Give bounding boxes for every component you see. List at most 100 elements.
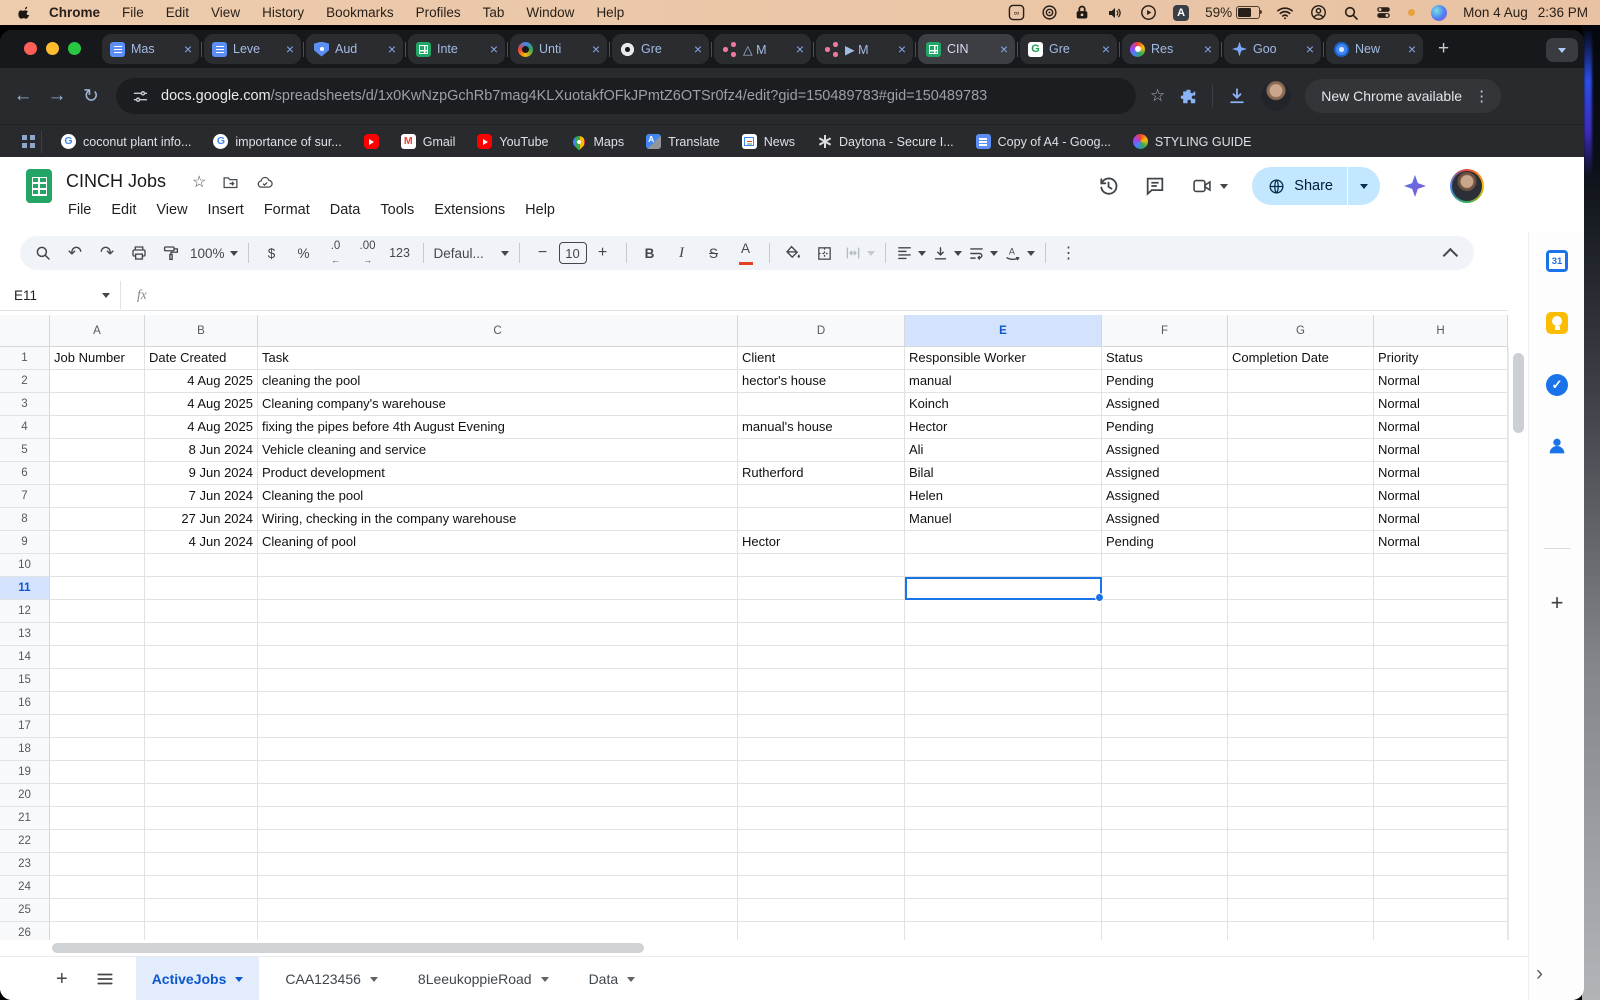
increase-font-size-button[interactable]: + [590,240,616,266]
share-dropdown[interactable] [1348,184,1380,189]
row-header-18[interactable]: 18 [0,738,50,761]
cell-A26[interactable] [50,922,145,940]
menubar-item-history[interactable]: History [251,5,315,20]
cell-H21[interactable] [1374,807,1508,830]
collapse-toolbar-icon[interactable] [1443,247,1459,263]
tab-close-icon[interactable]: × [692,42,704,56]
cell-G26[interactable] [1228,922,1374,940]
address-bar[interactable]: docs.google.com/spreadsheets/d/1x0KwNzpG… [116,78,1136,114]
row-header-9[interactable]: 9 [0,531,50,554]
browser-tab[interactable]: Inte× [408,34,505,64]
bookmark-item[interactable]: YouTube [477,134,548,149]
spreadsheet-grid[interactable]: ABCDEFGH1Job NumberDate CreatedTaskClien… [0,315,1508,940]
vertical-scrollbar[interactable] [1508,347,1529,940]
cell-D16[interactable] [738,692,905,715]
cell-B22[interactable] [145,830,258,853]
cell-H9[interactable]: Normal [1374,531,1508,554]
row-header-20[interactable]: 20 [0,784,50,807]
cell-H12[interactable] [1374,600,1508,623]
cell-E18[interactable] [905,738,1102,761]
cell-F25[interactable] [1102,899,1228,922]
cell-F14[interactable] [1102,646,1228,669]
creative-cloud-icon[interactable]: ∞ [1008,4,1025,21]
browser-tab[interactable]: ▶ M× [816,34,913,64]
google-tasks-icon[interactable]: ✓ [1546,374,1568,396]
cell-E7[interactable]: Helen [905,485,1102,508]
cell-E15[interactable] [905,669,1102,692]
tab-close-icon[interactable]: × [896,42,908,56]
cell-B19[interactable] [145,761,258,784]
sheets-menu-data[interactable]: Data [320,199,371,221]
cell-F12[interactable] [1102,600,1228,623]
cell-A11[interactable] [50,577,145,600]
cell-A13[interactable] [50,623,145,646]
site-settings-icon[interactable] [132,88,149,105]
cell-B12[interactable] [145,600,258,623]
cell-G7[interactable] [1228,485,1374,508]
cell-A19[interactable] [50,761,145,784]
cell-H14[interactable] [1374,646,1508,669]
cell-C1[interactable]: Task [258,347,738,370]
cell-H19[interactable] [1374,761,1508,784]
cell-F6[interactable]: Assigned [1102,462,1228,485]
cell-C19[interactable] [258,761,738,784]
cell-A6[interactable] [50,462,145,485]
cell-E24[interactable] [905,876,1102,899]
cell-F21[interactable] [1102,807,1228,830]
cell-E14[interactable] [905,646,1102,669]
cell-E6[interactable]: Bilal [905,462,1102,485]
sheets-menu-file[interactable]: File [58,199,101,221]
cell-C26[interactable] [258,922,738,940]
cell-E8[interactable]: Manuel [905,508,1102,531]
merge-cells-button[interactable] [844,240,875,266]
v-scroll-thumb[interactable] [1513,353,1524,433]
cell-G23[interactable] [1228,853,1374,876]
cell-G21[interactable] [1228,807,1374,830]
star-doc-icon[interactable]: ☆ [192,172,206,192]
toolbar-search-icon[interactable] [30,240,56,266]
cell-B14[interactable] [145,646,258,669]
cell-D25[interactable] [738,899,905,922]
cell-C5[interactable]: Vehicle cleaning and service [258,439,738,462]
cell-C6[interactable]: Product development [258,462,738,485]
cell-D15[interactable] [738,669,905,692]
browser-tab[interactable]: Gre× [1020,34,1117,64]
browser-tab[interactable]: Leve× [204,34,301,64]
cell-G16[interactable] [1228,692,1374,715]
row-header-2[interactable]: 2 [0,370,50,393]
cell-H5[interactable]: Normal [1374,439,1508,462]
cell-A16[interactable] [50,692,145,715]
all-sheets-button[interactable] [96,972,114,986]
forward-button[interactable]: → [40,85,74,107]
bookmark-item[interactable]: Gmail [401,134,456,149]
cell-C7[interactable]: Cleaning the pool [258,485,738,508]
row-header-16[interactable]: 16 [0,692,50,715]
traffic-light-close[interactable] [24,42,37,55]
cell-E10[interactable] [905,554,1102,577]
menubar-clock[interactable]: Mon 4 Aug2:36 PM [1463,5,1588,20]
cell-F26[interactable] [1102,922,1228,940]
redo-button[interactable]: ↷ [94,240,120,266]
cell-F9[interactable]: Pending [1102,531,1228,554]
italic-button[interactable]: I [669,240,695,266]
browser-tab[interactable]: Res× [1122,34,1219,64]
name-box[interactable]: E11 [0,288,120,303]
increase-decimal-button[interactable]: .00→ [355,240,381,266]
sheet-tab-menu-icon[interactable] [370,977,378,982]
cell-H25[interactable] [1374,899,1508,922]
cell-D12[interactable] [738,600,905,623]
cell-D23[interactable] [738,853,905,876]
cell-B11[interactable] [145,577,258,600]
bold-button[interactable]: B [637,240,663,266]
cell-G19[interactable] [1228,761,1374,784]
browser-menu-icon[interactable]: ⋮ [1474,87,1489,105]
cell-D3[interactable] [738,393,905,416]
cell-E22[interactable] [905,830,1102,853]
cell-C20[interactable] [258,784,738,807]
cell-H18[interactable] [1374,738,1508,761]
row-header-14[interactable]: 14 [0,646,50,669]
row-header-22[interactable]: 22 [0,830,50,853]
row-header-19[interactable]: 19 [0,761,50,784]
cell-A8[interactable] [50,508,145,531]
cell-A18[interactable] [50,738,145,761]
